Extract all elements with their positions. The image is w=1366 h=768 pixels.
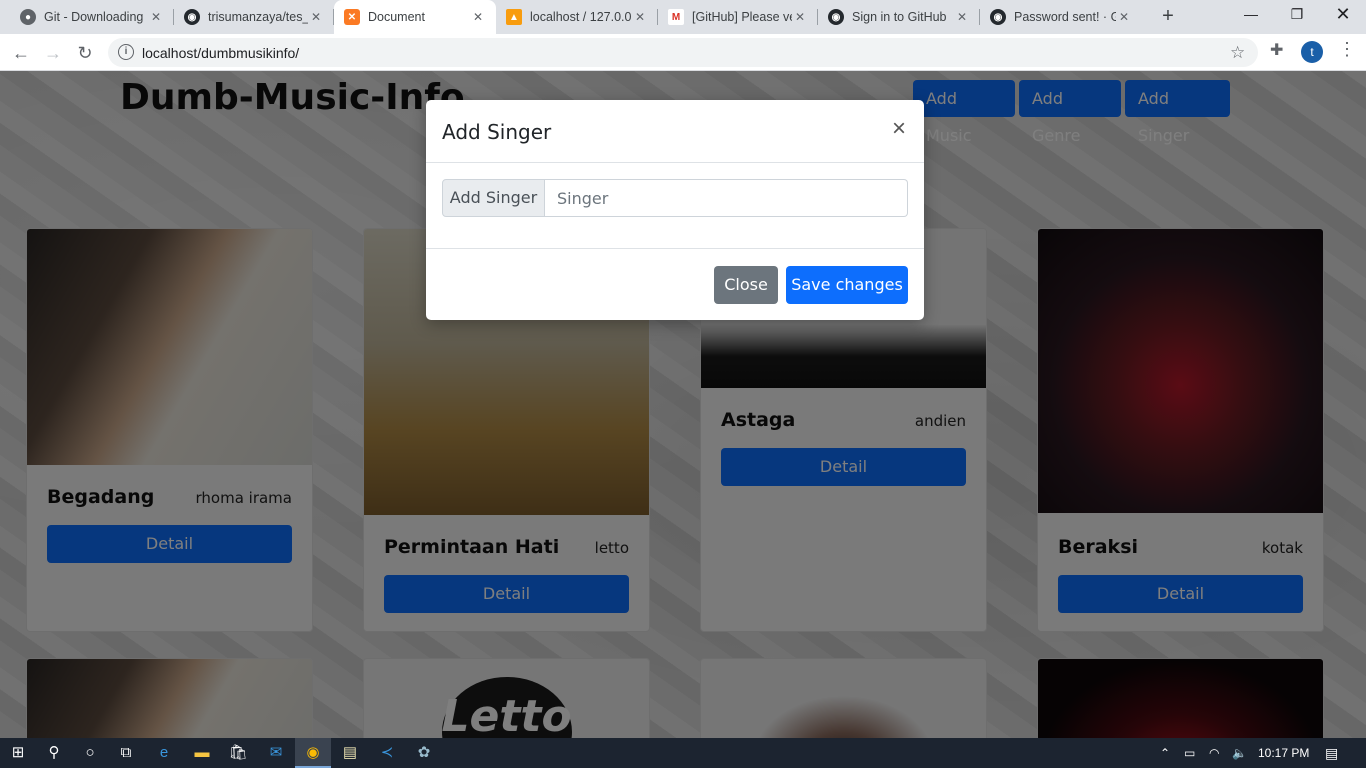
add-singer-modal: Add Singer × Add Singer Close Save chang… (426, 100, 924, 320)
close-icon[interactable]: × (892, 117, 906, 141)
vscode-icon[interactable]: ≺ (369, 738, 405, 768)
cortana-icon[interactable]: ○ (72, 738, 108, 768)
tab-phpmyadmin[interactable]: ▲ localhost / 127.0.0. ✕ (496, 0, 658, 34)
forward-arrow-icon[interactable]: → (40, 40, 66, 66)
tray-chevron-icon[interactable]: ⌃ (1160, 738, 1170, 768)
back-arrow-icon[interactable]: ← (8, 40, 34, 66)
tab-github-repo[interactable]: ◉ trisumanzaya/tes_ ✕ (174, 0, 334, 34)
wifi-icon[interactable]: ◠ (1209, 738, 1219, 768)
volume-icon[interactable]: 🔈 (1232, 738, 1247, 768)
store-icon[interactable]: 🛍 (220, 738, 256, 768)
tab-github-signin[interactable]: ◉ Sign in to GitHub ✕ (818, 0, 980, 34)
profile-avatar[interactable]: t (1301, 41, 1323, 63)
github-icon: ◉ (828, 9, 844, 25)
modal-header: Add Singer × (426, 100, 924, 163)
windows-start-icon[interactable]: ⊞ (0, 738, 36, 768)
chrome-icon[interactable]: ◉ (295, 738, 331, 768)
tab-gmail[interactable]: M [GitHub] Please ve ✕ (658, 0, 818, 34)
window-close-icon[interactable]: ✕ (1320, 0, 1366, 30)
close-icon[interactable]: ✕ (470, 10, 486, 24)
search-icon[interactable]: ⚲ (36, 738, 72, 768)
browser-tab-strip: ● Git - Downloading ✕ ◉ trisumanzaya/tes… (0, 0, 1366, 34)
globe-icon: ● (20, 9, 36, 25)
save-changes-button[interactable]: Save changes (786, 266, 908, 304)
input-group-label: Add Singer (442, 179, 545, 217)
chrome-menu-icon[interactable]: ⋮ (1338, 40, 1356, 58)
tab-password-sent[interactable]: ◉ Password sent! · G ✕ (980, 0, 1142, 34)
github-icon: ◉ (184, 9, 200, 25)
mail-icon[interactable]: ✉ (258, 738, 294, 768)
url-text[interactable]: localhost/dumbmusikinfo/ (142, 45, 299, 61)
close-icon[interactable]: ✕ (148, 10, 164, 24)
close-icon[interactable]: ✕ (1116, 10, 1132, 24)
close-icon[interactable]: ✕ (632, 10, 648, 24)
github-icon: ◉ (990, 9, 1006, 25)
singer-input-group: Add Singer (442, 179, 908, 217)
file-explorer-icon[interactable]: ▬ (184, 738, 220, 768)
edge-icon[interactable]: e (146, 738, 182, 768)
browser-toolbar: ← → ↻ i localhost/dumbmusikinfo/ ☆ (0, 34, 1366, 71)
extensions-puzzle-icon[interactable]: ✚ (1270, 40, 1283, 60)
battery-icon[interactable]: ▭ (1184, 738, 1195, 768)
notepad-icon[interactable]: ▤ (332, 738, 368, 768)
gmail-icon: M (668, 9, 684, 25)
reload-icon[interactable]: ↻ (72, 40, 98, 66)
minimize-icon[interactable]: — (1228, 0, 1274, 30)
xampp-icon: ✕ (344, 9, 360, 25)
modal-title: Add Singer (442, 120, 552, 144)
new-tab-button[interactable]: + (1155, 4, 1181, 30)
clock-time[interactable]: 10:17 PM (1258, 738, 1309, 768)
close-icon[interactable]: ✕ (792, 10, 808, 24)
task-view-icon[interactable]: ⧉ (108, 738, 144, 768)
bookmark-star-icon[interactable]: ☆ (1230, 43, 1245, 63)
tab-document[interactable]: ✕ Document ✕ (334, 0, 496, 34)
info-icon[interactable]: i (118, 44, 134, 60)
phpmyadmin-icon: ▲ (506, 9, 522, 25)
app-icon[interactable]: ✿ (406, 738, 442, 768)
address-bar[interactable]: i localhost/dumbmusikinfo/ ☆ (108, 38, 1258, 67)
windows-taskbar: ⊞ ⚲ ○ ⧉ e ▬ 🛍 ✉ ◉ ▤ ≺ ✿ ⌃ ▭ ◠ 🔈 10:17 PM… (0, 738, 1366, 768)
tab-git-downloading[interactable]: ● Git - Downloading ✕ (10, 0, 174, 34)
notifications-icon[interactable]: ▤ (1325, 738, 1338, 768)
close-icon[interactable]: ✕ (954, 10, 970, 24)
restore-icon[interactable]: ❐ (1274, 0, 1320, 30)
modal-body: Add Singer (426, 163, 924, 249)
close-button[interactable]: Close (714, 266, 778, 304)
close-icon[interactable]: ✕ (308, 10, 324, 24)
singer-input[interactable] (545, 179, 908, 217)
